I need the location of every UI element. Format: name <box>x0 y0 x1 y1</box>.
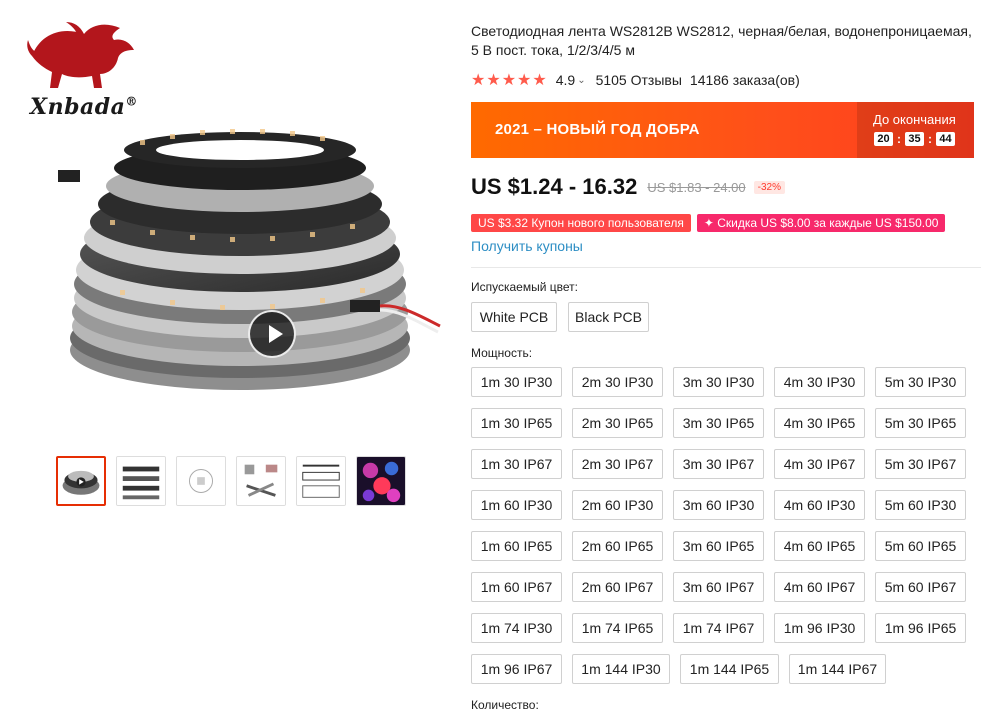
power-option[interactable]: 5m 60 IP30 <box>875 490 966 520</box>
thumbnail-6[interactable] <box>356 456 406 506</box>
power-option[interactable]: 2m 60 IP67 <box>572 572 663 602</box>
power-option[interactable]: 1m 144 IP65 <box>680 654 779 684</box>
play-video-button[interactable] <box>248 310 296 358</box>
rating-row: ★★★★★ 4.9 ⌄ 5105 Отзывы 14186 заказа(ов) <box>471 70 800 90</box>
new-user-coupon[interactable]: US $3.32 Купон нового пользователя <box>471 214 691 232</box>
power-option[interactable]: 3m 30 IP67 <box>673 449 764 479</box>
power-option[interactable]: 4m 30 IP67 <box>774 449 865 479</box>
power-option[interactable]: 4m 30 IP30 <box>774 367 865 397</box>
power-label: Мощность: <box>471 346 533 360</box>
power-option[interactable]: 1m 144 IP30 <box>572 654 670 684</box>
power-option[interactable]: 1m 74 IP65 <box>572 613 663 643</box>
thumbnail-3[interactable] <box>176 456 226 506</box>
power-option[interactable]: 2m 30 IP67 <box>572 449 663 479</box>
reviews-link[interactable]: 5105 Отзывы <box>596 72 682 88</box>
product-title: Светодиодная лента WS2812B WS2812, черна… <box>471 23 972 58</box>
countdown-separator: : <box>897 132 901 146</box>
power-option[interactable]: 4m 60 IP30 <box>774 490 865 520</box>
countdown-label: До окончания <box>873 112 956 127</box>
power-option[interactable]: 5m 30 IP67 <box>875 449 966 479</box>
thumbnail-5[interactable] <box>296 456 346 506</box>
countdown-seconds: 44 <box>936 132 955 146</box>
power-option[interactable]: 1m 96 IP67 <box>471 654 562 684</box>
power-option[interactable]: 3m 60 IP65 <box>673 531 764 561</box>
countdown-panel: До окончания 20 : 35 : 44 <box>857 102 974 158</box>
color-option[interactable]: White PCB <box>471 302 557 332</box>
power-option[interactable]: 1m 74 IP30 <box>471 613 562 643</box>
promo-banner: 2021 – НОВЫЙ ГОД ДОБРА До окончания 20 :… <box>471 102 974 158</box>
power-option[interactable]: 2m 30 IP30 <box>572 367 663 397</box>
quantity-label: Количество: <box>471 698 539 712</box>
countdown-minutes: 35 <box>905 132 924 146</box>
power-option[interactable]: 1m 144 IP67 <box>789 654 886 684</box>
power-option[interactable]: 2m 30 IP65 <box>572 408 663 438</box>
power-option[interactable]: 1m 96 IP30 <box>774 613 865 643</box>
thumbnail-4[interactable] <box>236 456 286 506</box>
product-gallery: Xnbada® <box>0 0 460 720</box>
power-option[interactable]: 5m 60 IP67 <box>875 572 966 602</box>
power-option[interactable]: 3m 30 IP30 <box>673 367 764 397</box>
color-label: Испускаемый цвет: <box>471 280 578 294</box>
power-option[interactable]: 5m 30 IP30 <box>875 367 966 397</box>
power-option[interactable]: 3m 60 IP30 <box>673 490 764 520</box>
get-coupons-link[interactable]: Получить купоны <box>471 238 583 254</box>
power-option[interactable]: 4m 60 IP65 <box>774 531 865 561</box>
chevron-down-icon[interactable]: ⌄ <box>577 75 585 86</box>
power-option[interactable]: 5m 30 IP65 <box>875 408 966 438</box>
power-option[interactable]: 4m 60 IP67 <box>774 572 865 602</box>
power-option[interactable]: 1m 30 IP67 <box>471 449 562 479</box>
main-product-image[interactable] <box>40 100 460 420</box>
countdown-hours: 20 <box>874 132 893 146</box>
color-option[interactable]: Black PCB <box>568 302 649 332</box>
thumbnail-2[interactable] <box>116 456 166 506</box>
rating-value[interactable]: 4.9 <box>556 72 575 88</box>
countdown-timer: 20 : 35 : 44 <box>874 132 955 146</box>
power-option[interactable]: 4m 30 IP65 <box>774 408 865 438</box>
power-option[interactable]: 1m 74 IP67 <box>673 613 764 643</box>
price-row: US $1.24 - 16.32 US $1.83 - 24.00 -32% <box>471 174 785 200</box>
power-option[interactable]: 1m 30 IP30 <box>471 367 562 397</box>
coupon-row: US $3.32 Купон нового пользователя ✦ Ски… <box>471 214 946 232</box>
power-option[interactable]: 2m 60 IP30 <box>572 490 663 520</box>
old-price: US $1.83 - 24.00 <box>647 179 746 195</box>
power-option[interactable]: 5m 60 IP65 <box>875 531 966 561</box>
power-option[interactable]: 1m 60 IP65 <box>471 531 562 561</box>
discount-badge: -32% <box>753 180 785 194</box>
led-strip-reel-image <box>58 129 441 390</box>
promo-label: 2021 – НОВЫЙ ГОД ДОБРА <box>495 121 700 138</box>
power-option[interactable]: 3m 60 IP67 <box>673 572 764 602</box>
bull-icon <box>27 22 134 88</box>
orders-count: 14186 заказа(ов) <box>689 72 800 88</box>
power-option[interactable]: 1m 30 IP65 <box>471 408 562 438</box>
power-option[interactable]: 3m 30 IP65 <box>673 408 764 438</box>
countdown-separator: : <box>928 132 932 146</box>
power-option[interactable]: 2m 60 IP65 <box>572 531 663 561</box>
power-option[interactable]: 1m 60 IP30 <box>471 490 562 520</box>
power-option[interactable]: 1m 96 IP65 <box>875 613 966 643</box>
thumbnail-strip <box>56 456 406 506</box>
store-discount-coupon[interactable]: ✦ Скидка US $8.00 за каждые US $150.00 <box>696 214 946 232</box>
current-price: US $1.24 - 16.32 <box>471 174 638 199</box>
divider <box>471 267 981 268</box>
rating-stars-icon: ★★★★★ <box>471 72 548 89</box>
power-option[interactable]: 1m 60 IP67 <box>471 572 562 602</box>
thumbnail-1[interactable] <box>56 456 106 506</box>
